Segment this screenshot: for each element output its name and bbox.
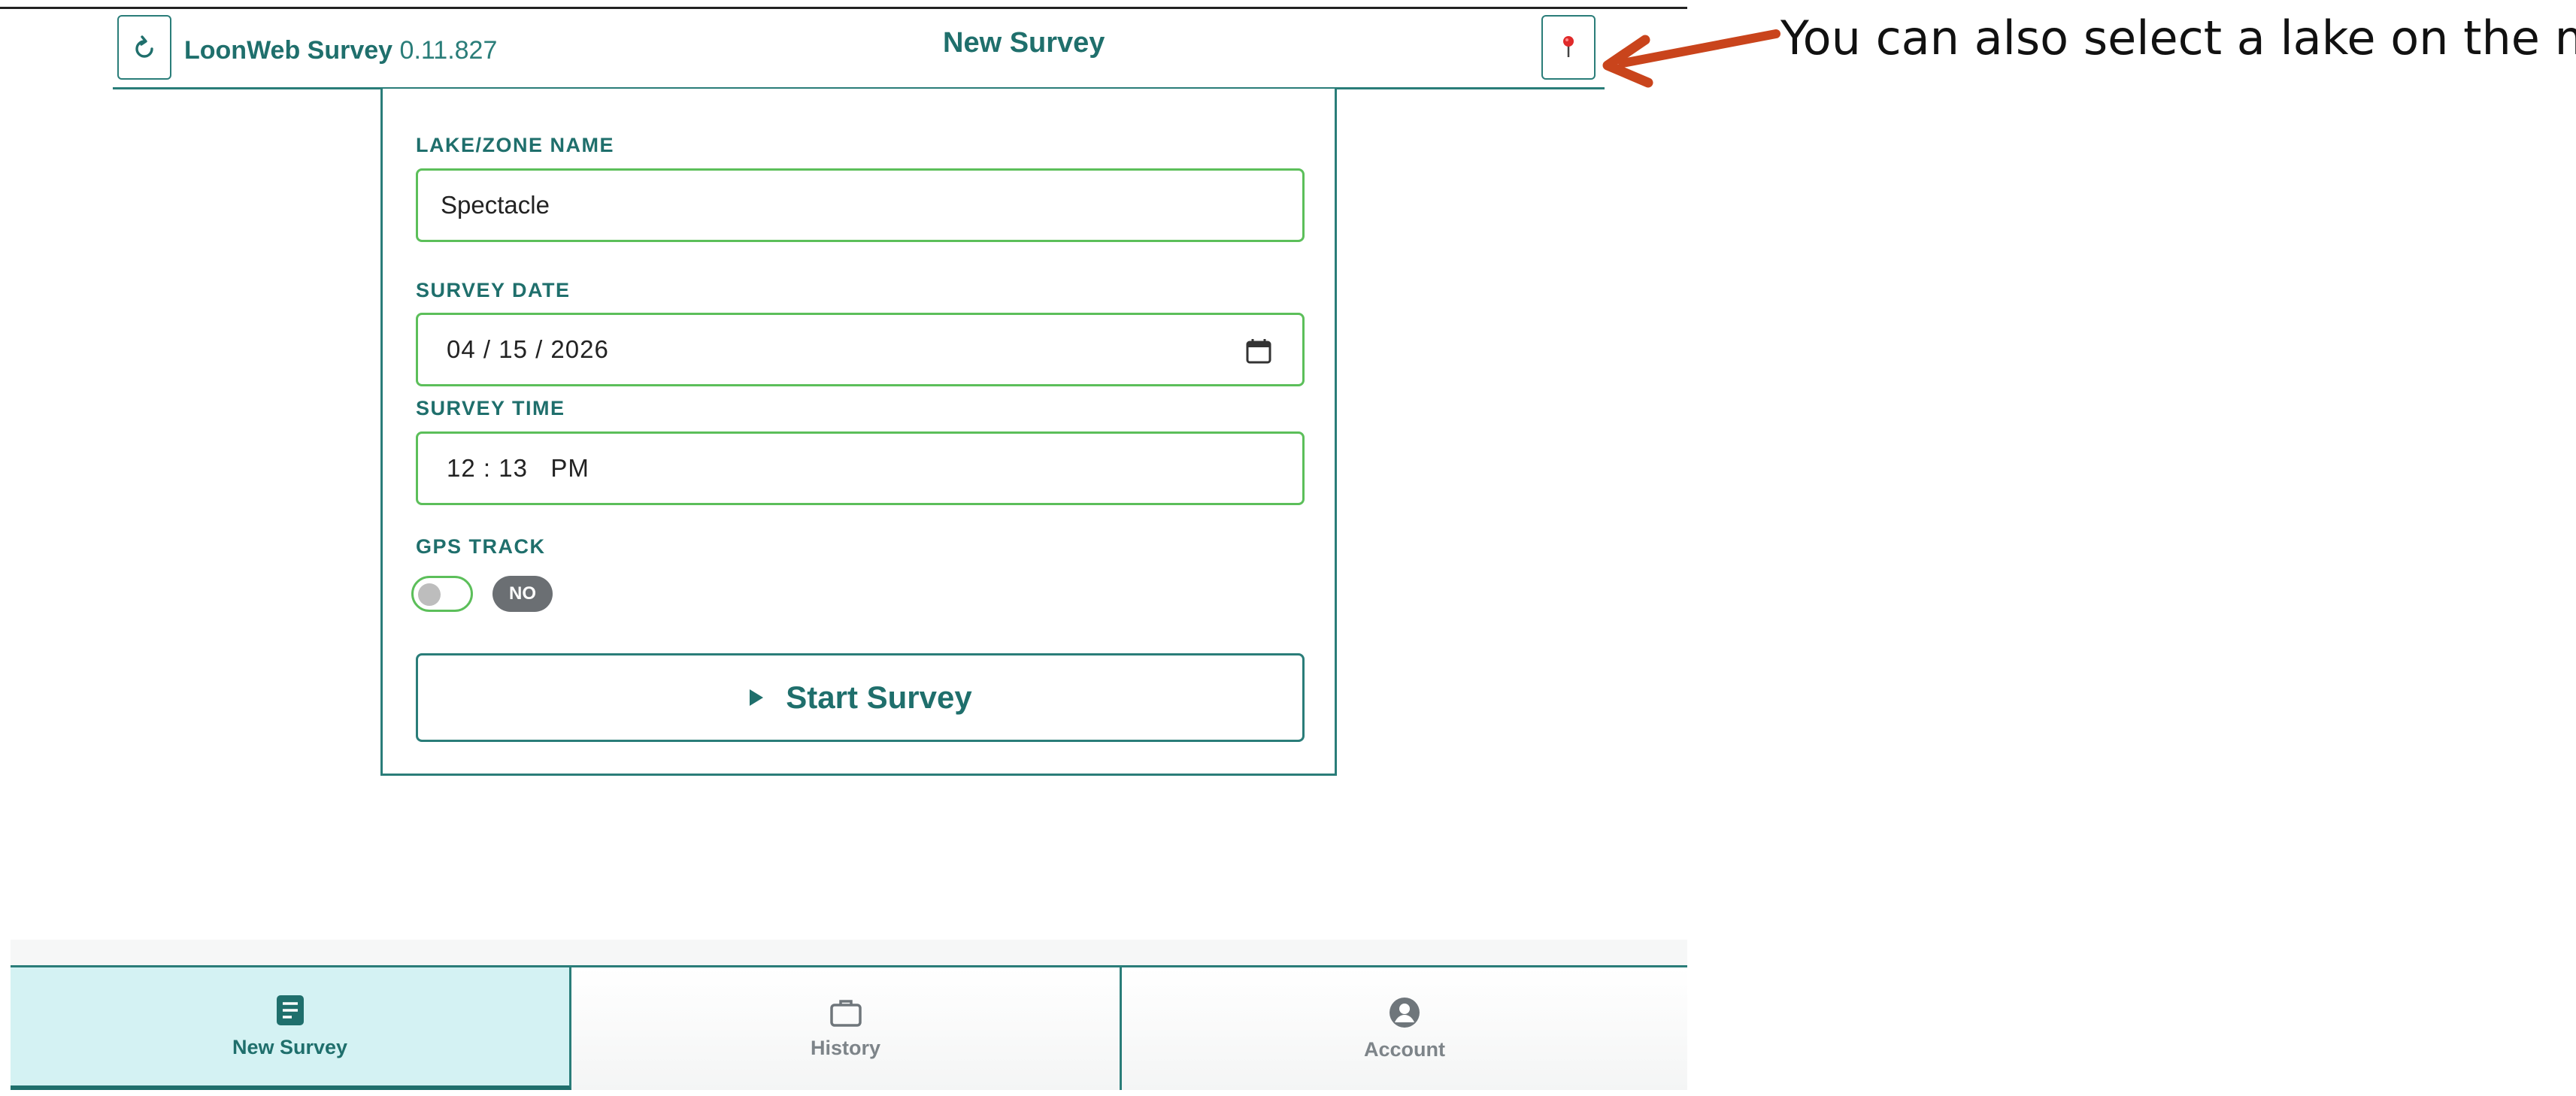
lake-label: LAKE/ZONE NAME: [416, 134, 614, 156]
tab-history[interactable]: History: [571, 967, 1122, 1090]
briefcase-icon: [829, 1000, 862, 1027]
survey-time-input[interactable]: 12 : 13 PM: [416, 431, 1305, 505]
start-survey-button[interactable]: Start Survey: [416, 653, 1305, 742]
app-version: 0.11.827: [399, 36, 498, 65]
survey-time-value: 12 : 13 PM: [447, 454, 589, 482]
lake-name-value: Spectacle: [441, 191, 550, 219]
refresh-icon: [135, 35, 153, 58]
tab-history-label: History: [810, 1037, 881, 1059]
map-select-button[interactable]: [1541, 15, 1596, 80]
gps-track-label: GPS TRACK: [416, 535, 546, 558]
play-icon: [750, 689, 764, 706]
calendar-icon[interactable]: [1245, 338, 1272, 365]
app-title: LoonWeb Survey 0.11.827: [184, 36, 497, 65]
survey-date-input[interactable]: 04 / 15 / 2026: [416, 313, 1305, 386]
tabbar-spacer: [11, 940, 1687, 965]
toggle-knob: [418, 583, 441, 606]
tab-new-survey[interactable]: New Survey: [11, 967, 571, 1090]
tab-new-survey-label: New Survey: [232, 1036, 348, 1058]
annotation-arrow: [1602, 29, 1780, 88]
map-pin-icon: [1563, 36, 1574, 57]
app-header: LoonWeb Survey 0.11.827 New Survey: [113, 9, 1605, 89]
tab-account-label: Account: [1364, 1038, 1445, 1061]
lake-name-input[interactable]: Spectacle: [416, 168, 1305, 242]
bottom-tab-bar: New Survey History Account: [11, 965, 1687, 1090]
survey-form-card: LAKE/ZONE NAME Spectacle SURVEY DATE 04 …: [380, 89, 1337, 776]
document-icon: [276, 995, 304, 1025]
start-survey-label: Start Survey: [786, 680, 972, 715]
account-icon: [1390, 998, 1420, 1028]
annotation-text: You can also select a lake on the map: [1780, 11, 2576, 65]
app-name: LoonWeb Survey: [184, 36, 393, 65]
page-title: New Survey: [943, 27, 1105, 59]
gps-state-badge: NO: [492, 576, 553, 612]
gps-track-toggle[interactable]: [411, 576, 473, 612]
survey-date-value: 04 / 15 / 2026: [447, 335, 609, 363]
survey-date-label: SURVEY DATE: [416, 279, 571, 301]
tab-account[interactable]: Account: [1122, 967, 1687, 1090]
survey-time-label: SURVEY TIME: [416, 397, 565, 419]
refresh-button[interactable]: [117, 15, 171, 80]
